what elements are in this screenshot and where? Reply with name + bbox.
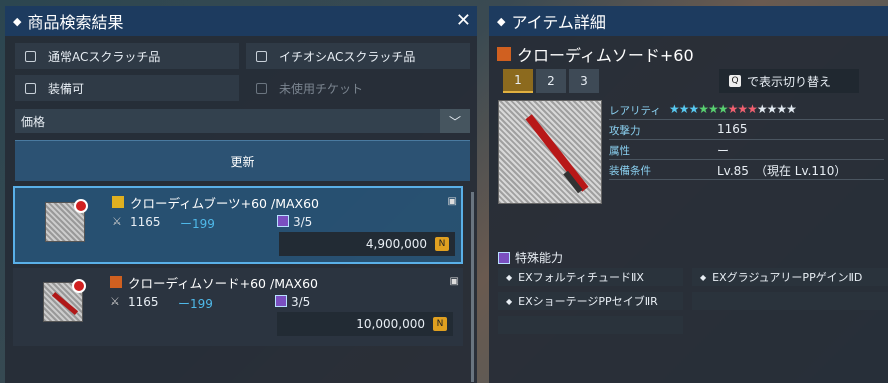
meseta-icon: N xyxy=(433,317,447,331)
checkbox-icon xyxy=(25,82,36,94)
result-item[interactable]: クローディムソード+60 /MAX60 ⚔ 1165 ー199 3/5 10,0… xyxy=(13,268,463,346)
scrollbar[interactable] xyxy=(471,192,474,382)
stat-key: 属性 xyxy=(609,145,630,157)
detail-item-name: クローディムソード+60 xyxy=(497,42,694,66)
ability-name: EXショーテージPPセイブⅡR xyxy=(518,295,658,308)
filter-normal-ac-scratch[interactable]: 通常ACスクラッチ品 xyxy=(15,43,239,69)
item-name: クローディムブーツ+60 /MAX60 xyxy=(130,196,319,211)
prohibited-icon xyxy=(72,279,86,293)
search-panel-title: 商品検索結果 xyxy=(27,13,124,32)
item-image xyxy=(498,100,602,204)
sword-icon: ⚔ xyxy=(112,215,122,228)
sword-icon: ⚔ xyxy=(110,295,120,308)
ability-item: ◆ EXフォルティチュードⅡX xyxy=(498,268,683,286)
filter-label: 通常ACスクラッチ品 xyxy=(48,49,161,64)
item-attack: 1165 xyxy=(130,215,161,229)
slot-icon xyxy=(277,215,289,227)
item-detail-panel: ◆ アイテム詳細 クローディムソード+60 1 2 3 Q で表示切り替え レア… xyxy=(489,6,888,383)
blade-graphic xyxy=(51,291,79,316)
item-name: クローディムソード+60 /MAX60 xyxy=(128,276,318,291)
special-ability-icon xyxy=(498,251,510,264)
special-abilities-title: 特殊能力 xyxy=(498,249,563,266)
checkbox-icon xyxy=(256,50,267,62)
item-price: 10,000,000 N xyxy=(277,312,453,336)
stat-requirement: 装備条件 Lv.85 （現在 Lv.110） xyxy=(609,160,884,180)
ability-slot-empty xyxy=(692,292,888,310)
boots-type-icon xyxy=(112,196,124,208)
refresh-button[interactable]: 更新 xyxy=(15,140,470,181)
toggle-display-button[interactable]: Q で表示切り替え xyxy=(719,69,859,93)
filter-unused-ticket: 未使用チケット xyxy=(246,75,470,101)
stat-rarity: レアリティ ★★★★★★★★★★★★★ xyxy=(609,100,884,120)
item-attack-diff: ー199 xyxy=(180,217,215,231)
ability-item: ◆ EXグラジュアリーPPゲインⅡD xyxy=(692,268,888,286)
tab-3[interactable]: 3 xyxy=(569,69,599,93)
filter-recommended-ac-scratch[interactable]: イチオシACスクラッチ品 xyxy=(246,43,470,69)
prohibited-icon xyxy=(74,199,88,213)
stat-key: 装備条件 xyxy=(609,165,651,177)
detail-panel-title-bar: ◆ アイテム詳細 xyxy=(489,6,888,36)
item-price: 4,900,000 N xyxy=(279,232,455,256)
special-title-text: 特殊能力 xyxy=(515,251,564,265)
blade-graphic xyxy=(525,114,589,192)
detail-icon[interactable]: ▣ xyxy=(450,276,459,287)
detail-item-name-text: クローディムソード+60 xyxy=(517,46,694,65)
filter-label: 装備可 xyxy=(48,81,85,96)
bullet-icon: ◆ xyxy=(506,272,513,282)
checkbox-icon xyxy=(25,50,36,62)
checkbox-icon xyxy=(256,82,267,94)
result-item[interactable]: クローディムブーツ+60 /MAX60 ⚔ 1165 ー199 3/5 4,90… xyxy=(13,186,463,264)
item-thumbnail xyxy=(43,279,86,322)
toggle-label: で表示切り替え xyxy=(747,74,832,89)
search-results-panel: ◆ 商品検索結果 ✕ 通常ACスクラッチ品 イチオシACスクラッチ品 装備可 未… xyxy=(5,6,477,383)
ability-name: EXフォルティチュードⅡX xyxy=(518,271,644,284)
filter-equippable[interactable]: 装備可 xyxy=(15,75,239,101)
chevron-down-icon[interactable]: ﹀ xyxy=(440,109,470,133)
price-value: 10,000,000 xyxy=(356,317,425,331)
ability-slot-empty xyxy=(498,316,683,334)
detail-icon[interactable]: ▣ xyxy=(448,196,457,207)
q-key-icon: Q xyxy=(729,75,741,87)
sort-select-value: 価格 xyxy=(21,114,46,129)
item-attack: 1165 xyxy=(128,295,159,309)
search-panel-title-bar: ◆ 商品検索結果 ✕ xyxy=(5,6,477,36)
stat-key: レアリティ xyxy=(609,105,661,117)
tab-2[interactable]: 2 xyxy=(536,69,566,93)
diamond-icon: ◆ xyxy=(13,14,22,28)
ability-item: ◆ EXショーテージPPセイブⅡR xyxy=(498,292,683,310)
stat-attack: 攻撃力 1165 xyxy=(609,120,884,140)
item-attack-diff: ー199 xyxy=(178,297,213,311)
rarity-stars: ★★★★★★★★★★★★★ xyxy=(669,102,797,116)
stat-element: 属性 ー xyxy=(609,140,884,160)
meseta-icon: N xyxy=(435,237,449,251)
item-thumbnail xyxy=(45,199,88,242)
sword-type-icon xyxy=(110,276,122,288)
detail-panel-title: アイテム詳細 xyxy=(511,13,606,32)
item-slots: 3/5 xyxy=(291,295,311,309)
filter-label: イチオシACスクラッチ品 xyxy=(279,49,416,64)
stat-value: 1165 xyxy=(717,122,748,136)
diamond-icon: ◆ xyxy=(497,14,506,28)
close-button[interactable]: ✕ xyxy=(456,12,471,30)
stat-key: 攻撃力 xyxy=(609,125,641,137)
sort-select[interactable]: 価格 ﹀ xyxy=(15,109,470,133)
bullet-icon: ◆ xyxy=(700,272,707,282)
stat-value: Lv.85 （現在 Lv.110） xyxy=(717,164,847,178)
stat-value: ー xyxy=(717,144,730,158)
tab-1[interactable]: 1 xyxy=(503,69,533,93)
sword-type-icon xyxy=(497,47,511,61)
bullet-icon: ◆ xyxy=(506,296,513,306)
ability-name: EXグラジュアリーPPゲインⅡD xyxy=(712,271,863,284)
item-slots: 3/5 xyxy=(293,215,313,229)
filter-label: 未使用チケット xyxy=(279,81,364,96)
slot-icon xyxy=(275,295,287,307)
price-value: 4,900,000 xyxy=(365,237,427,251)
